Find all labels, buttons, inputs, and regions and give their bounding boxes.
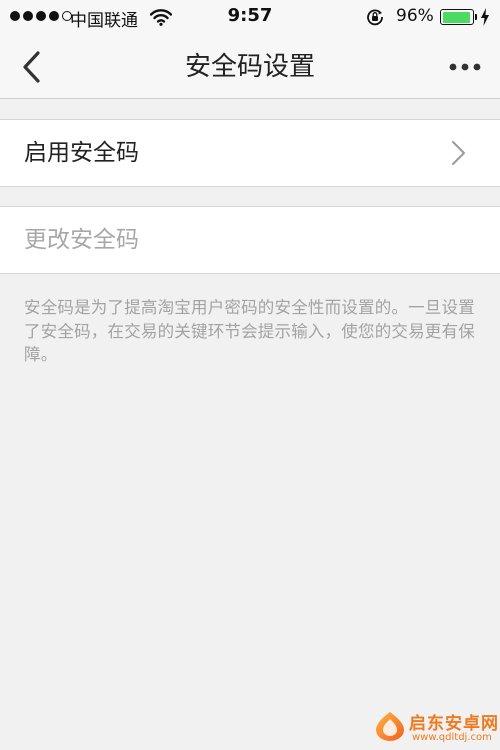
watermark-text: 启东安卓网	[409, 714, 499, 734]
more-dots-icon	[449, 63, 481, 71]
watermark-logo-icon	[376, 712, 404, 741]
site-watermark: 启东安卓网 www.qdltdj.com	[372, 706, 500, 750]
enable-security-code-label: 启用安全码	[24, 140, 139, 166]
battery-percent: 96%	[396, 6, 434, 26]
navigation-bar: 安全码设置	[0, 36, 500, 99]
back-button[interactable]	[12, 48, 52, 86]
battery-fill	[442, 11, 471, 23]
status-bar: 中国联通 9:57 96%	[0, 0, 500, 36]
battery-icon	[440, 9, 474, 25]
chevron-right-icon	[452, 141, 465, 165]
page-title: 安全码设置	[184, 52, 315, 82]
security-code-description: 安全码是为了提高淘宝用户密码的安全性而设置的。一旦设置了安全码，在交易的关键环节…	[24, 298, 475, 364]
chevron-left-icon	[23, 51, 40, 83]
change-security-code-item[interactable]: 更改安全码	[0, 206, 500, 274]
change-security-code-label: 更改安全码	[24, 227, 139, 253]
more-options-button[interactable]	[440, 52, 490, 82]
charging-bolt-icon	[481, 8, 489, 26]
battery-tip	[475, 14, 477, 20]
watermark-url: www.qdltdj.com	[412, 732, 492, 743]
rotation-lock-icon	[367, 9, 383, 26]
enable-security-code-item[interactable]: 启用安全码	[0, 119, 500, 187]
